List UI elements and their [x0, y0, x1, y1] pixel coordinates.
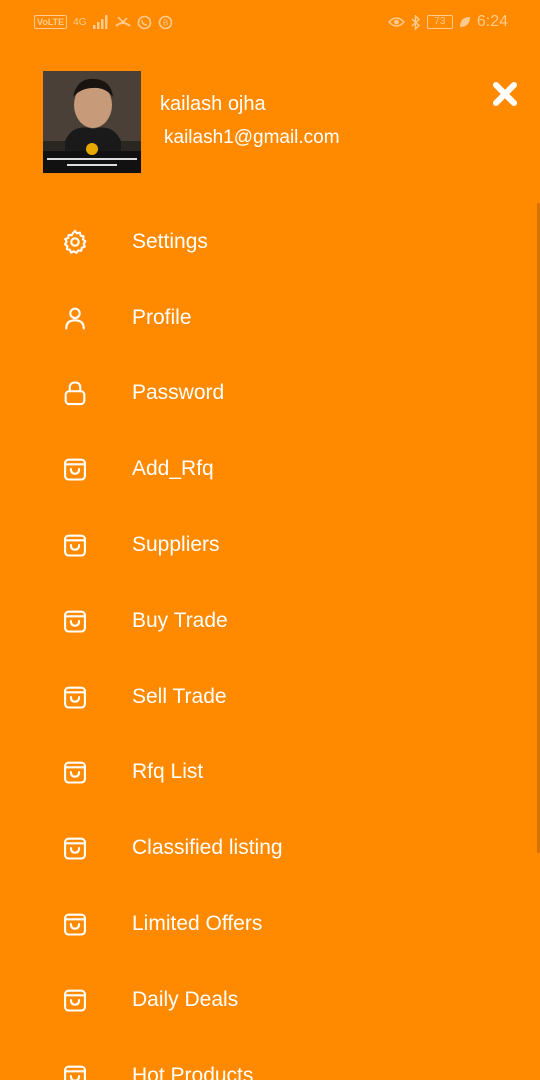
clock: 6:24 — [476, 13, 508, 30]
menu-item-settings[interactable]: Settings — [0, 204, 540, 280]
menu-item-buy-trade[interactable]: Buy Trade — [0, 583, 540, 659]
shopping-bag-icon — [61, 607, 89, 635]
status-right: 73 6:24 — [387, 13, 508, 31]
status-left: VoLTE 4G B — [34, 15, 173, 30]
battery-icon: 73 — [426, 15, 453, 29]
svg-text:B: B — [162, 18, 167, 27]
menu-item-password[interactable]: Password — [0, 356, 540, 432]
user-email: kailash1@gmail.com — [164, 127, 340, 148]
volte-badge: VoLTE — [34, 15, 68, 29]
missed-call-icon — [114, 15, 131, 29]
menu-label: Classified listing — [132, 836, 283, 860]
drawer-menu: Settings Profile Password Add_Rfq Suppli… — [0, 204, 540, 1080]
avatar[interactable] — [43, 71, 141, 173]
whatsapp-icon — [137, 15, 152, 30]
close-button[interactable] — [490, 79, 520, 109]
menu-label: Add_Rfq — [132, 457, 214, 481]
menu-item-classified-listing[interactable]: Classified listing — [0, 810, 540, 886]
bluetooth-icon — [411, 14, 421, 30]
shopping-bag-icon — [61, 683, 89, 711]
menu-label: Limited Offers — [132, 912, 263, 936]
signal-icon — [92, 15, 109, 29]
person-icon — [61, 304, 89, 332]
shopping-bag-icon — [61, 1062, 89, 1080]
menu-item-sell-trade[interactable]: Sell Trade — [0, 659, 540, 735]
menu-item-suppliers[interactable]: Suppliers — [0, 507, 540, 583]
shopping-bag-icon — [61, 455, 89, 483]
menu-label: Password — [132, 381, 225, 405]
menu-label: Buy Trade — [132, 608, 228, 632]
lock-icon — [61, 379, 89, 407]
menu-item-add-rfq[interactable]: Add_Rfq — [0, 431, 540, 507]
gear-icon — [61, 228, 89, 256]
eye-icon — [387, 16, 405, 28]
menu-item-daily-deals[interactable]: Daily Deals — [0, 962, 540, 1038]
menu-item-profile[interactable]: Profile — [0, 280, 540, 356]
menu-label: Suppliers — [132, 533, 220, 557]
sync-icon: B — [158, 15, 173, 30]
close-icon — [493, 82, 517, 106]
shopping-bag-icon — [61, 531, 89, 559]
menu-item-limited-offers[interactable]: Limited Offers — [0, 886, 540, 962]
menu-label: Hot Products — [132, 1063, 254, 1080]
menu-item-rfq-list[interactable]: Rfq List — [0, 735, 540, 811]
menu-label: Rfq List — [132, 760, 204, 784]
menu-label: Sell Trade — [132, 684, 227, 708]
drawer-header: kailash ojha kailash1@gmail.com — [43, 71, 503, 173]
network-type: 4G — [73, 16, 87, 28]
status-bar: VoLTE 4G B 73 6:24 — [0, 0, 540, 44]
menu-label: Daily Deals — [132, 987, 239, 1011]
user-name: kailash ojha — [160, 93, 266, 115]
menu-label: Settings — [132, 229, 208, 253]
shopping-bag-icon — [61, 986, 89, 1014]
leaf-icon — [459, 16, 471, 28]
menu-label: Profile — [132, 305, 192, 329]
shopping-bag-icon — [61, 758, 89, 786]
shopping-bag-icon — [61, 834, 89, 862]
shopping-bag-icon — [61, 910, 89, 938]
menu-item-hot-products[interactable]: Hot Products — [0, 1038, 540, 1080]
